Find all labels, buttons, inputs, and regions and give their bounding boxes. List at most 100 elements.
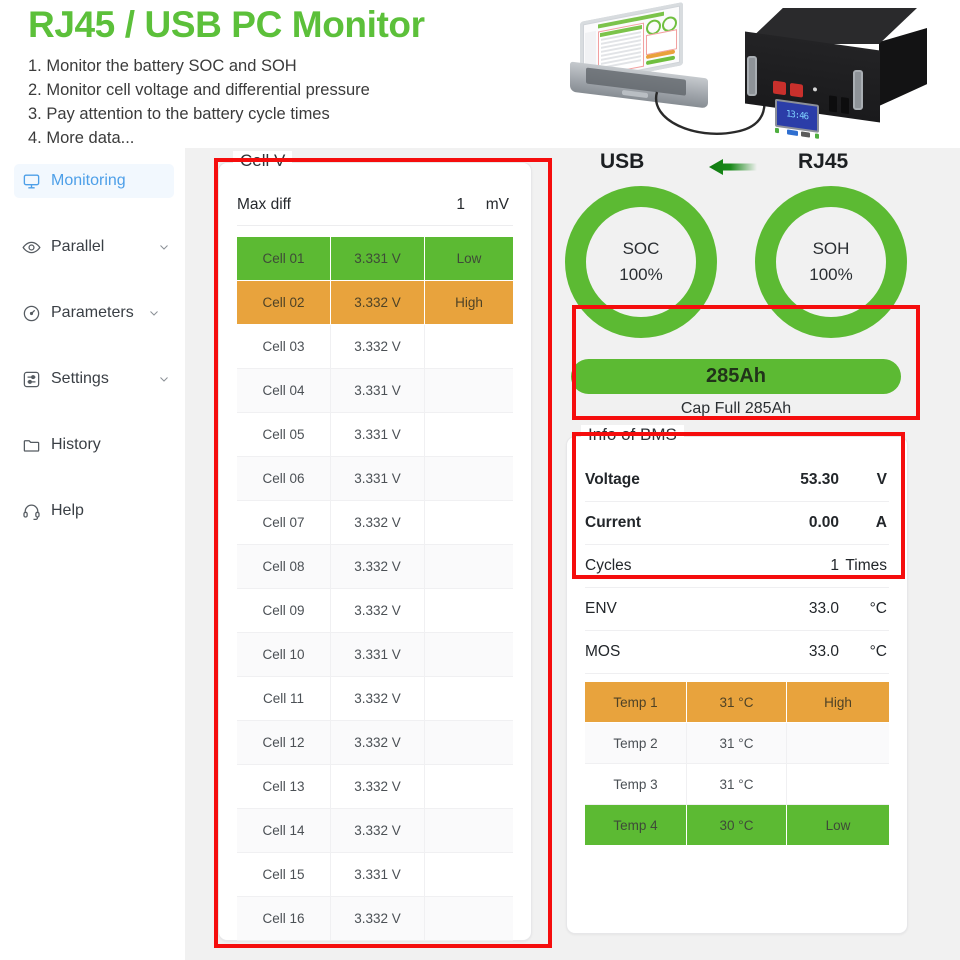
bms-value: 33.0 [769,643,839,661]
left-arrow-icon [709,158,757,176]
cell-name: Cell 14 [237,809,331,853]
battery-handle-left [747,56,757,96]
battery-indicator-led [813,87,817,92]
cell-name: Cell 16 [237,897,331,941]
app-window: Monitoring Parallel Parameters Settings [0,148,960,960]
battery-side [879,28,927,106]
battery-vent-2 [841,97,849,114]
chevron-down-icon[interactable] [158,373,170,385]
connection-header: USB RJ45 [563,148,933,184]
table-row[interactable]: Cell 133.332 V [237,765,513,809]
sidebar-item-help[interactable]: Help [14,494,174,528]
table-row[interactable]: Cell 063.331 V [237,457,513,501]
table-row[interactable]: Cell 123.332 V [237,721,513,765]
table-row[interactable]: Cell 093.332 V [237,589,513,633]
usb-label: USB [600,150,644,174]
cell-voltage: 3.332 V [331,589,425,633]
cell-voltage: 3.332 V [331,721,425,765]
cell-status [425,589,513,633]
sidebar-label-parallel: Parallel [51,238,148,256]
cell-name: Cell 13 [237,765,331,809]
cell-voltage-table: Cell 013.331 VLow Cell 023.332 VHigh Cel… [237,237,513,941]
battery-terminal-negative [790,83,803,98]
battery-terminal-positive [773,80,786,95]
table-row[interactable]: Cell 163.332 V [237,897,513,941]
cell-name: Cell 01 [237,237,331,281]
soc-gauge-center: SOC 100% [586,207,696,317]
table-row[interactable]: Cell 083.332 V [237,545,513,589]
table-row[interactable]: Temp 430 °CLow [585,805,889,846]
chevron-down-icon[interactable] [148,307,160,319]
cell-voltage: 3.332 V [331,765,425,809]
bms-legend: Info of BMS [581,425,684,445]
rj45-label: RJ45 [798,150,848,174]
cell-status [425,369,513,413]
sidebar-item-parameters[interactable]: Parameters [14,296,174,330]
table-row[interactable]: Cell 073.332 V [237,501,513,545]
battery-lcd-display: 13:46 [775,99,819,133]
cell-name: Cell 02 [237,281,331,325]
folder-icon [22,436,41,455]
cell-voltage: 3.332 V [331,545,425,589]
table-row[interactable]: Cell 023.332 VHigh [237,281,513,325]
bms-row-cycles: Cycles 1 Times [585,545,889,588]
soh-gauge-value: 100% [809,265,852,285]
soh-gauge-ring: SOH 100% [755,186,907,338]
temperature-table: Temp 131 °CHigh Temp 231 °C Temp 331 °C … [585,682,889,846]
cell-max-diff-row: Max diff 1 mV [237,185,513,226]
temp-status [787,723,889,764]
sidebar-item-settings[interactable]: Settings [14,362,174,396]
cell-status [425,501,513,545]
cell-status [425,545,513,589]
sidebar-label-settings: Settings [51,370,148,388]
headset-icon [22,502,41,521]
bms-row-voltage: Voltage 53.30 V [585,459,889,502]
cell-max-diff-value: 1 [413,196,465,214]
product-illustration: 13:46 [545,0,960,148]
capacity-block: 285Ah Cap Full 285Ah [566,356,906,426]
cell-status: Low [425,237,513,281]
table-row[interactable]: Cell 043.331 V [237,369,513,413]
temp-name: Temp 3 [585,764,687,805]
table-row[interactable]: Temp 331 °C [585,764,889,805]
table-row[interactable]: Cell 103.331 V [237,633,513,677]
temp-status: High [787,682,889,723]
soc-gauge-label: SOC [623,239,660,259]
table-row[interactable]: Cell 143.332 V [237,809,513,853]
cell-voltage: 3.331 V [331,633,425,677]
capacity-full-label: Cap Full 285Ah [566,400,906,418]
battery-led-green-right [815,133,819,139]
table-row[interactable]: Temp 231 °C [585,723,889,764]
table-row[interactable]: Cell 033.332 V [237,325,513,369]
battery-pack-image: 13:46 [733,8,938,133]
sidebar-item-monitoring[interactable]: Monitoring [14,164,174,198]
temp-value: 31 °C [687,764,787,805]
chevron-down-icon[interactable] [158,241,170,253]
cell-name: Cell 12 [237,721,331,765]
cell-voltage: 3.332 V [331,501,425,545]
table-row[interactable]: Cell 153.331 V [237,853,513,897]
table-row[interactable]: Cell 013.331 VLow [237,237,513,281]
sidebar-label-help: Help [51,502,174,520]
table-row[interactable]: Cell 053.331 V [237,413,513,457]
cell-name: Cell 08 [237,545,331,589]
cell-name: Cell 09 [237,589,331,633]
cell-status [425,897,513,941]
sidebar-item-history[interactable]: History [14,428,174,462]
table-row[interactable]: Temp 131 °CHigh [585,682,889,723]
bms-unit: Times [839,557,889,575]
bms-key: ENV [585,600,769,618]
bms-unit: °C [839,600,889,618]
eye-icon [22,238,41,257]
cell-status [425,721,513,765]
sidebar-item-parallel[interactable]: Parallel [14,230,174,264]
cell-name: Cell 04 [237,369,331,413]
cell-status [425,325,513,369]
cell-voltage: 3.332 V [331,677,425,721]
table-row[interactable]: Cell 113.332 V [237,677,513,721]
cell-name: Cell 11 [237,677,331,721]
soc-gauge-value: 100% [619,265,662,285]
sidebar: Monitoring Parallel Parameters Settings [0,148,185,960]
cell-voltage: 3.331 V [331,369,425,413]
feature-line-3: 3. Pay attention to the battery cycle ti… [28,105,330,124]
